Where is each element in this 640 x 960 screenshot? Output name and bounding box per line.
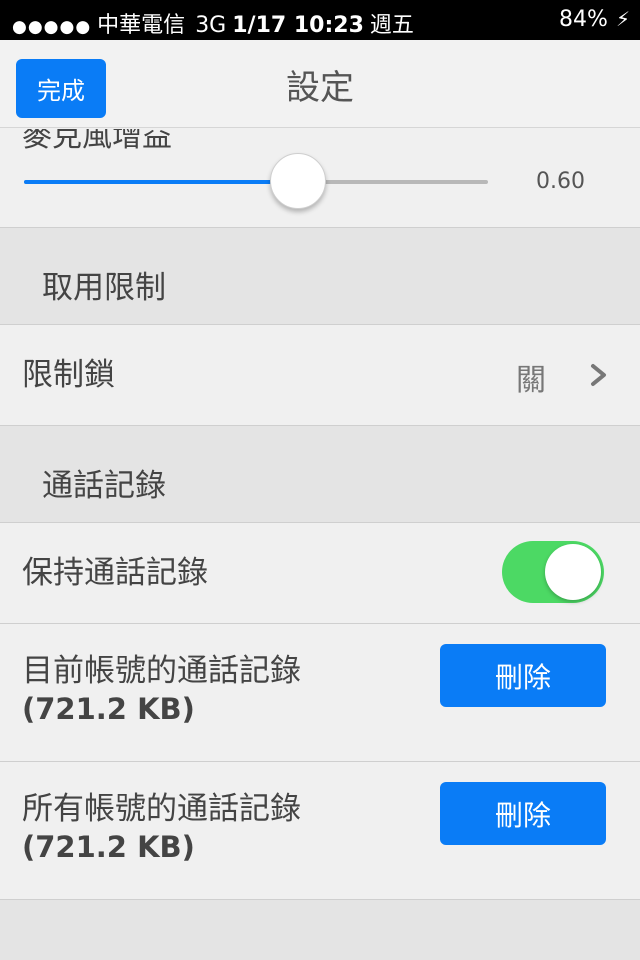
delete-current-account-log-button[interactable]: 刪除 [440, 644, 606, 707]
battery-percent: 84% [559, 7, 608, 32]
keep-call-log-toggle[interactable] [502, 541, 604, 603]
current-account-log-label: 目前帳號的通話記錄 [22, 653, 301, 689]
all-accounts-log-row: 所有帳號的通話記錄 (721.2 KB) 刪除 [0, 762, 640, 900]
mic-gain-label: 麥克風增益 [22, 129, 172, 154]
mic-gain-slider-track[interactable] [24, 180, 488, 184]
restrictions-section-header: 取用限制 [0, 228, 640, 325]
status-bar: ●●●●● 中華電信 3G 1/17 10:23 週五 84% ⚡ [0, 0, 640, 40]
settings-list[interactable]: 麥克風增益 0.60 取用限制 限制鎖 關 通話記錄 保持通話記錄 目前帳號的通… [0, 129, 640, 960]
call-log-header-label: 通話記錄 [42, 468, 166, 504]
mic-gain-value: 0.60 [536, 169, 585, 194]
restriction-lock-row[interactable]: 限制鎖 關 [0, 325, 640, 426]
current-account-log-row: 目前帳號的通話記錄 (721.2 KB) 刪除 [0, 624, 640, 762]
keep-call-log-label: 保持通話記錄 [22, 555, 208, 591]
signal-strength-icon: ●●●●● [12, 17, 92, 37]
current-account-log-text: 目前帳號的通話記錄 (721.2 KB) [22, 652, 301, 728]
status-bar-left: ●●●●● 中華電信 3G 1/17 10:23 週五 [12, 7, 414, 39]
all-accounts-log-label: 所有帳號的通話記錄 [22, 791, 301, 827]
status-weekday: 週五 [369, 13, 414, 38]
mic-gain-row: 麥克風增益 0.60 [0, 129, 640, 228]
restriction-lock-value: 關 [516, 363, 546, 398]
network-type: 3G [195, 13, 227, 38]
restriction-lock-label: 限制鎖 [22, 357, 115, 393]
current-account-log-size: (721.2 KB) [22, 692, 195, 726]
status-bar-right: 84% ⚡ [559, 7, 630, 32]
mic-gain-slider-thumb[interactable] [270, 153, 326, 209]
carrier-name: 中華電信 [97, 13, 186, 38]
list-footer-area [0, 900, 640, 960]
charging-bolt-icon: ⚡ [615, 7, 630, 31]
keep-call-log-row: 保持通話記錄 [0, 523, 640, 624]
chevron-right-icon [591, 364, 606, 386]
all-accounts-log-text: 所有帳號的通話記錄 (721.2 KB) [22, 790, 301, 866]
page-title: 設定 [286, 68, 354, 108]
call-log-section-header: 通話記錄 [0, 426, 640, 523]
navigation-bar: 完成 設定 [0, 40, 640, 128]
toggle-knob [545, 544, 601, 600]
delete-all-accounts-log-button[interactable]: 刪除 [440, 782, 606, 845]
restrictions-header-label: 取用限制 [42, 270, 166, 306]
mic-gain-slider-fill [24, 180, 298, 184]
status-datetime: 1/17 10:23 [232, 13, 364, 38]
all-accounts-log-size: (721.2 KB) [22, 830, 195, 864]
